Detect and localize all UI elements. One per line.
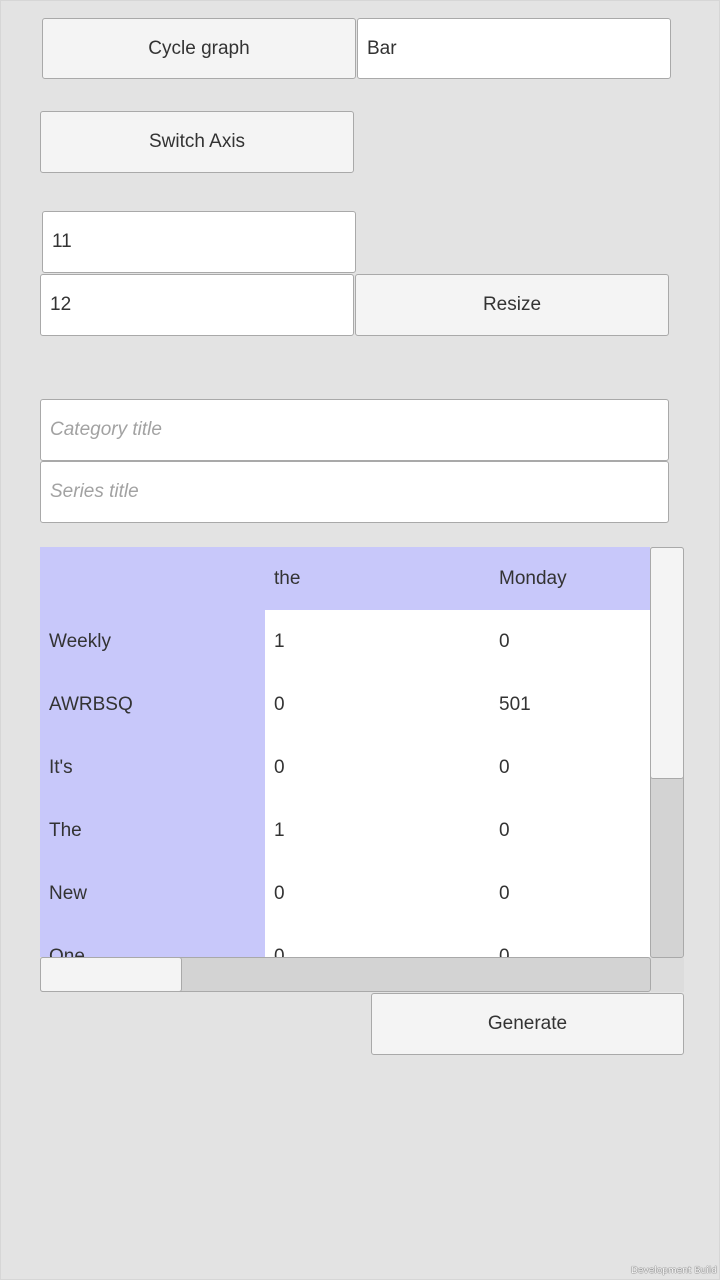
category-title-input[interactable]: Category title bbox=[40, 399, 669, 461]
data-table[interactable]: the Monday Weekly 1 0 AWRBSQ 0 501 It's … bbox=[40, 547, 650, 957]
table-cell[interactable]: 0 bbox=[490, 799, 650, 862]
table-row: The 1 0 bbox=[40, 799, 650, 862]
row-header-cell[interactable]: AWRBSQ bbox=[40, 673, 265, 736]
table-row: AWRBSQ 0 501 bbox=[40, 673, 650, 736]
switch-axis-button[interactable]: Switch Axis bbox=[40, 111, 354, 173]
table-cell[interactable]: 501 bbox=[490, 673, 650, 736]
graph-type-field[interactable]: Bar bbox=[357, 18, 671, 79]
column-header-cell[interactable]: Monday bbox=[490, 547, 650, 610]
table-cell[interactable]: 0 bbox=[265, 862, 490, 925]
resize-button[interactable]: Resize bbox=[355, 274, 669, 336]
table-row: It's 0 0 bbox=[40, 736, 650, 799]
development-build-label: Development Build bbox=[630, 1266, 717, 1276]
row-header-cell[interactable]: One bbox=[40, 925, 265, 957]
cycle-graph-button[interactable]: Cycle graph bbox=[42, 18, 356, 79]
table-row: Weekly 1 0 bbox=[40, 610, 650, 673]
scrollbar-corner bbox=[651, 958, 684, 992]
row-header-cell[interactable]: The bbox=[40, 799, 265, 862]
table-cell[interactable]: 1 bbox=[265, 610, 490, 673]
table-cell[interactable]: 0 bbox=[490, 862, 650, 925]
table-row: New 0 0 bbox=[40, 862, 650, 925]
vertical-scrollbar-thumb[interactable] bbox=[650, 547, 684, 779]
table-cell[interactable]: 0 bbox=[265, 736, 490, 799]
header-corner-cell[interactable] bbox=[40, 547, 265, 610]
column-header-cell[interactable]: the bbox=[265, 547, 490, 610]
series-title-input[interactable]: Series title bbox=[40, 461, 669, 523]
table-header-row: the Monday bbox=[40, 547, 650, 610]
table-cell[interactable]: 1 bbox=[265, 799, 490, 862]
horizontal-scrollbar-thumb[interactable] bbox=[40, 957, 182, 992]
table-row: One 0 0 bbox=[40, 925, 650, 957]
table-cell[interactable]: 0 bbox=[265, 673, 490, 736]
row-header-cell[interactable]: It's bbox=[40, 736, 265, 799]
columns-input[interactable]: 12 bbox=[40, 274, 354, 336]
rows-input[interactable]: 11 bbox=[42, 211, 356, 273]
table-cell[interactable]: 0 bbox=[265, 925, 490, 958]
generate-button[interactable]: Generate bbox=[371, 993, 684, 1055]
table-cell[interactable]: 0 bbox=[490, 925, 650, 958]
row-header-cell[interactable]: New bbox=[40, 862, 265, 925]
row-header-cell[interactable]: Weekly bbox=[40, 610, 265, 673]
table-cell[interactable]: 0 bbox=[490, 736, 650, 799]
table-cell[interactable]: 0 bbox=[490, 610, 650, 673]
